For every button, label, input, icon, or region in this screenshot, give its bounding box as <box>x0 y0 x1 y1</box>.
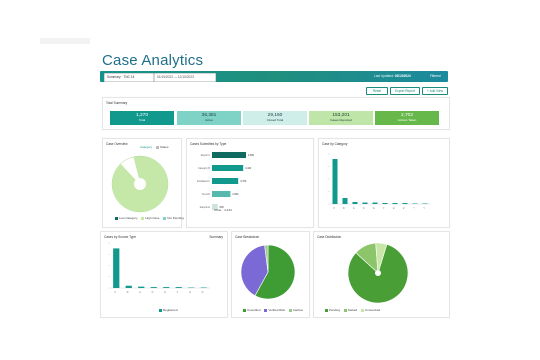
legend-swatch <box>361 308 365 312</box>
case-distribution-title: Case Distribution <box>317 235 342 239</box>
legend-swatch <box>325 308 328 312</box>
legend-swatch <box>141 216 145 220</box>
summary-card[interactable]: 29,160 Closed Total <box>243 111 307 125</box>
summary-card-label: Total <box>138 118 146 122</box>
case-overview-title: Case Overview <box>106 142 128 146</box>
legend-swatch <box>115 216 118 220</box>
cases-by-source-title: Cases by Source Type <box>104 235 137 239</box>
legend-label: High Case <box>145 216 160 220</box>
summary-card-label: Actions Taken <box>397 118 417 122</box>
browser-tab-shadow <box>40 38 90 44</box>
legend-swatch <box>156 145 160 149</box>
legend-swatch <box>264 308 268 312</box>
cases-by-source-right-label: Summary <box>209 235 223 239</box>
last-updated-value: 03/15/2024 <box>394 74 411 78</box>
legend-label: Pending <box>329 308 341 312</box>
last-updated-text: Last Updated: 03/15/2024 <box>374 74 411 78</box>
summary-card[interactable]: 2,702 Actions Taken <box>375 111 439 125</box>
legend-label: Not Pending <box>167 216 184 220</box>
date-range-picker[interactable]: 01/15/2023 — 12/15/2023 <box>154 73 216 82</box>
summary-title: Total Summary <box>106 101 128 105</box>
legend-label: Low Category <box>119 216 138 220</box>
summary-card[interactable]: 36,381 Active <box>177 111 241 125</box>
summary-card-label: Active <box>204 118 214 122</box>
legend-label: Status <box>160 145 169 149</box>
legend-label: Inactive <box>292 308 304 312</box>
case-breakdown-panel: Case Breakdown <box>231 231 310 318</box>
case-breakdown-title: Case Breakdown <box>235 235 260 239</box>
case-by-category-panel: Case by Category <box>318 138 450 228</box>
export-report-button[interactable]: Export Report <box>390 87 420 95</box>
summary-card[interactable]: 153,201 Cases Reported <box>309 111 373 125</box>
legend-swatch <box>243 308 246 312</box>
case-distribution-panel: Case Distribution <box>313 231 450 318</box>
cases-by-source-legend: Registered <box>156 308 178 312</box>
legend-swatch <box>159 308 162 312</box>
summary-filter-select[interactable]: Summary · TNC 14 <box>104 73 154 82</box>
legend-label: Registered <box>163 308 178 312</box>
add-view-button[interactable]: + Add View <box>422 87 448 95</box>
cases-by-type-title: Cases Submitted by Type <box>190 142 227 146</box>
case-overview-top-legend[interactable]: Category Status <box>140 145 169 149</box>
summary-card-label: Cases Reported <box>330 118 352 122</box>
summary-card[interactable]: 1,270 Total <box>110 111 174 125</box>
case-by-category-title: Case by Category <box>322 142 348 146</box>
legend-label: Settled <box>347 308 358 312</box>
reset-button[interactable]: Reset <box>366 87 388 95</box>
legend-swatch <box>343 308 347 312</box>
case-overview-panel: Case Overview <box>102 138 182 228</box>
legend-label: Verified Risk <box>268 308 286 312</box>
last-updated-label: Last Updated <box>374 74 393 78</box>
case-distribution-legend: Pending Settled Unresolved <box>322 308 380 312</box>
legend-swatch <box>163 216 167 220</box>
summary-card-label: Closed Total <box>266 118 284 122</box>
legend-label: Category <box>140 145 153 149</box>
cases-by-type-panel: Cases Submitted by Type <box>186 138 314 228</box>
legend-label: Unresolved <box>365 308 381 312</box>
page-title: Case Analytics <box>102 52 204 69</box>
cases-by-source-panel: Cases by Source Type Summary <box>100 231 228 318</box>
case-breakdown-legend: Unverified Verified Risk Inactive <box>240 308 303 312</box>
case-overview-legend: Low Category High Case Not Pending <box>112 216 184 220</box>
legend-label: Unverified <box>247 308 261 312</box>
filtered-indicator[interactable]: Filtered <box>430 74 441 78</box>
cases-by-type-footer: Other · 4,234 <box>214 208 232 212</box>
legend-swatch <box>288 308 292 312</box>
